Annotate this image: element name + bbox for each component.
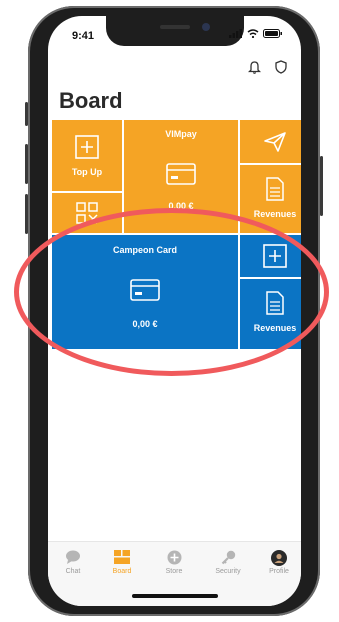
campeon-amount: 0,00 € — [132, 319, 158, 329]
revenues-tile-top[interactable]: Revenues — [240, 165, 301, 233]
battery-icon — [263, 29, 282, 38]
card-icon — [130, 279, 160, 301]
store-icon — [167, 550, 181, 565]
shield-icon[interactable] — [275, 60, 287, 74]
volume-up-button — [25, 144, 28, 184]
volume-down-button — [25, 194, 28, 234]
tab-label: Chat — [65, 568, 81, 575]
tab-board[interactable]: Board — [102, 550, 142, 575]
top-up-tile[interactable]: Top Up — [52, 120, 122, 191]
campeon-card-label: Campeon Card — [112, 245, 177, 255]
tab-label: Security — [215, 568, 241, 575]
bell-icon[interactable] — [248, 60, 261, 74]
qr-code-icon — [76, 202, 98, 224]
plus-square-icon — [263, 244, 287, 268]
chat-icon — [66, 550, 80, 564]
mute-switch — [25, 102, 28, 126]
vimpay-tile[interactable]: VIMpay 0,00 € — [124, 120, 238, 233]
tab-store[interactable]: Store — [154, 550, 194, 575]
board-icon — [114, 550, 130, 564]
notch — [106, 16, 244, 46]
speaker — [160, 25, 190, 29]
send-tile[interactable] — [240, 120, 301, 163]
revenues-bottom-label: Revenues — [253, 323, 297, 333]
front-camera — [202, 23, 210, 31]
page-title: Board — [59, 88, 123, 113]
tab-label: Store — [165, 568, 183, 575]
tab-label: Profile — [269, 568, 289, 575]
campeon-card-tile[interactable]: Campeon Card 0,00 € — [52, 235, 238, 349]
phone-screen: 9:41 Board Top Up VIMpay 0,00 € Revenues — [48, 16, 301, 606]
revenues-tile-bottom[interactable]: Revenues — [240, 279, 301, 349]
tab-chat[interactable]: Chat — [53, 550, 93, 575]
wifi-icon — [247, 29, 259, 38]
revenues-top-label: Revenues — [253, 209, 297, 219]
signal-icon — [229, 29, 242, 38]
plus-square-icon — [75, 134, 99, 159]
paper-plane-icon — [264, 131, 286, 152]
top-up-label: Top Up — [71, 166, 103, 177]
status-time: 9:41 — [72, 30, 95, 42]
qr-scan-tile[interactable] — [52, 193, 122, 233]
vimpay-label: VIMpay — [165, 129, 197, 139]
key-icon — [221, 550, 235, 565]
status-icons — [229, 29, 283, 38]
tab-label: Board — [112, 568, 132, 575]
header-icons — [248, 60, 287, 74]
avatar-icon — [271, 550, 287, 566]
tab-profile[interactable]: Profile — [259, 550, 299, 575]
document-icon — [266, 177, 284, 201]
add-card-tile[interactable] — [240, 235, 301, 277]
document-icon — [266, 291, 284, 315]
card-icon — [166, 163, 196, 185]
power-button — [320, 156, 323, 216]
home-indicator[interactable] — [132, 594, 218, 598]
vimpay-amount: 0,00 € — [168, 201, 194, 211]
tab-security[interactable]: Security — [208, 550, 248, 575]
